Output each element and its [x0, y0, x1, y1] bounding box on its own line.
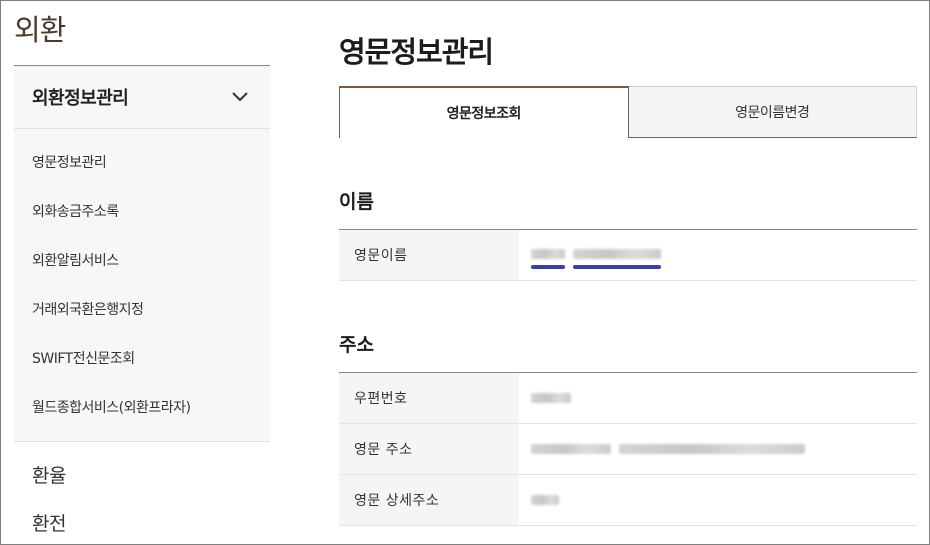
- name-table: 영문이름: [339, 229, 917, 281]
- sidebar-item-remit-addressbook[interactable]: 외화송금주소록: [14, 186, 270, 235]
- sidebar-item-exchange-rate[interactable]: 환율: [32, 461, 66, 488]
- masked-last-name: [573, 241, 661, 269]
- tab-bar: 영문정보조회 영문이름변경: [339, 86, 917, 138]
- row-label-english-name: 영문이름: [339, 230, 519, 280]
- table-row: 영문이름: [339, 230, 917, 281]
- english-name-value: [519, 230, 917, 280]
- section-title-name: 이름: [339, 191, 374, 213]
- row-label-postal-code: 우편번호: [339, 373, 519, 423]
- page-title: 영문정보관리: [339, 35, 494, 69]
- tab-english-name-change[interactable]: 영문이름변경: [628, 86, 917, 138]
- sidebar-item-swift-inquiry[interactable]: SWIFT전신문조회: [14, 333, 270, 382]
- sidebar-item-world-service[interactable]: 월드종합서비스(외환프라자): [14, 382, 270, 431]
- sidebar-group-label: 외환정보관리: [32, 88, 129, 109]
- row-label-english-address: 영문 주소: [339, 424, 519, 474]
- sidebar-item-fx-alert[interactable]: 외환알림서비스: [14, 235, 270, 284]
- table-row: 영문 상세주소: [339, 475, 917, 526]
- sidebar-item-currency-exchange[interactable]: 환전: [32, 509, 66, 536]
- masked-first-name: [531, 241, 565, 269]
- table-row: 영문 주소: [339, 424, 917, 475]
- chevron-down-icon[interactable]: [230, 87, 250, 107]
- row-label-english-address-detail: 영문 상세주소: [339, 475, 519, 525]
- address-table: 우편번호 영문 주소 영문 상세주소: [339, 372, 917, 526]
- sidebar-submenu: 영문정보관리 외화송금주소록 외환알림서비스 거래외국환은행지정 SWIFT전신…: [14, 129, 270, 442]
- sidebar: 외환정보관리 영문정보관리 외화송금주소록 외환알림서비스 거래외국환은행지정 …: [14, 65, 270, 442]
- sidebar-item-bank-designation[interactable]: 거래외국환은행지정: [14, 284, 270, 333]
- nav-title: 외환: [14, 13, 66, 47]
- section-title-address: 주소: [339, 334, 374, 356]
- english-address-detail-value: [519, 475, 917, 525]
- english-address-value: [519, 424, 917, 474]
- table-row: 우편번호: [339, 373, 917, 424]
- sidebar-group-fx-info[interactable]: 외환정보관리: [14, 66, 270, 129]
- app-frame: 외환 외환정보관리 영문정보관리 외화송금주소록 외환알림서비스 거래외국환은행…: [0, 0, 930, 545]
- postal-code-value: [519, 373, 917, 423]
- sidebar-item-english-info[interactable]: 영문정보관리: [14, 137, 270, 186]
- tab-english-info-inquiry[interactable]: 영문정보조회: [339, 86, 629, 138]
